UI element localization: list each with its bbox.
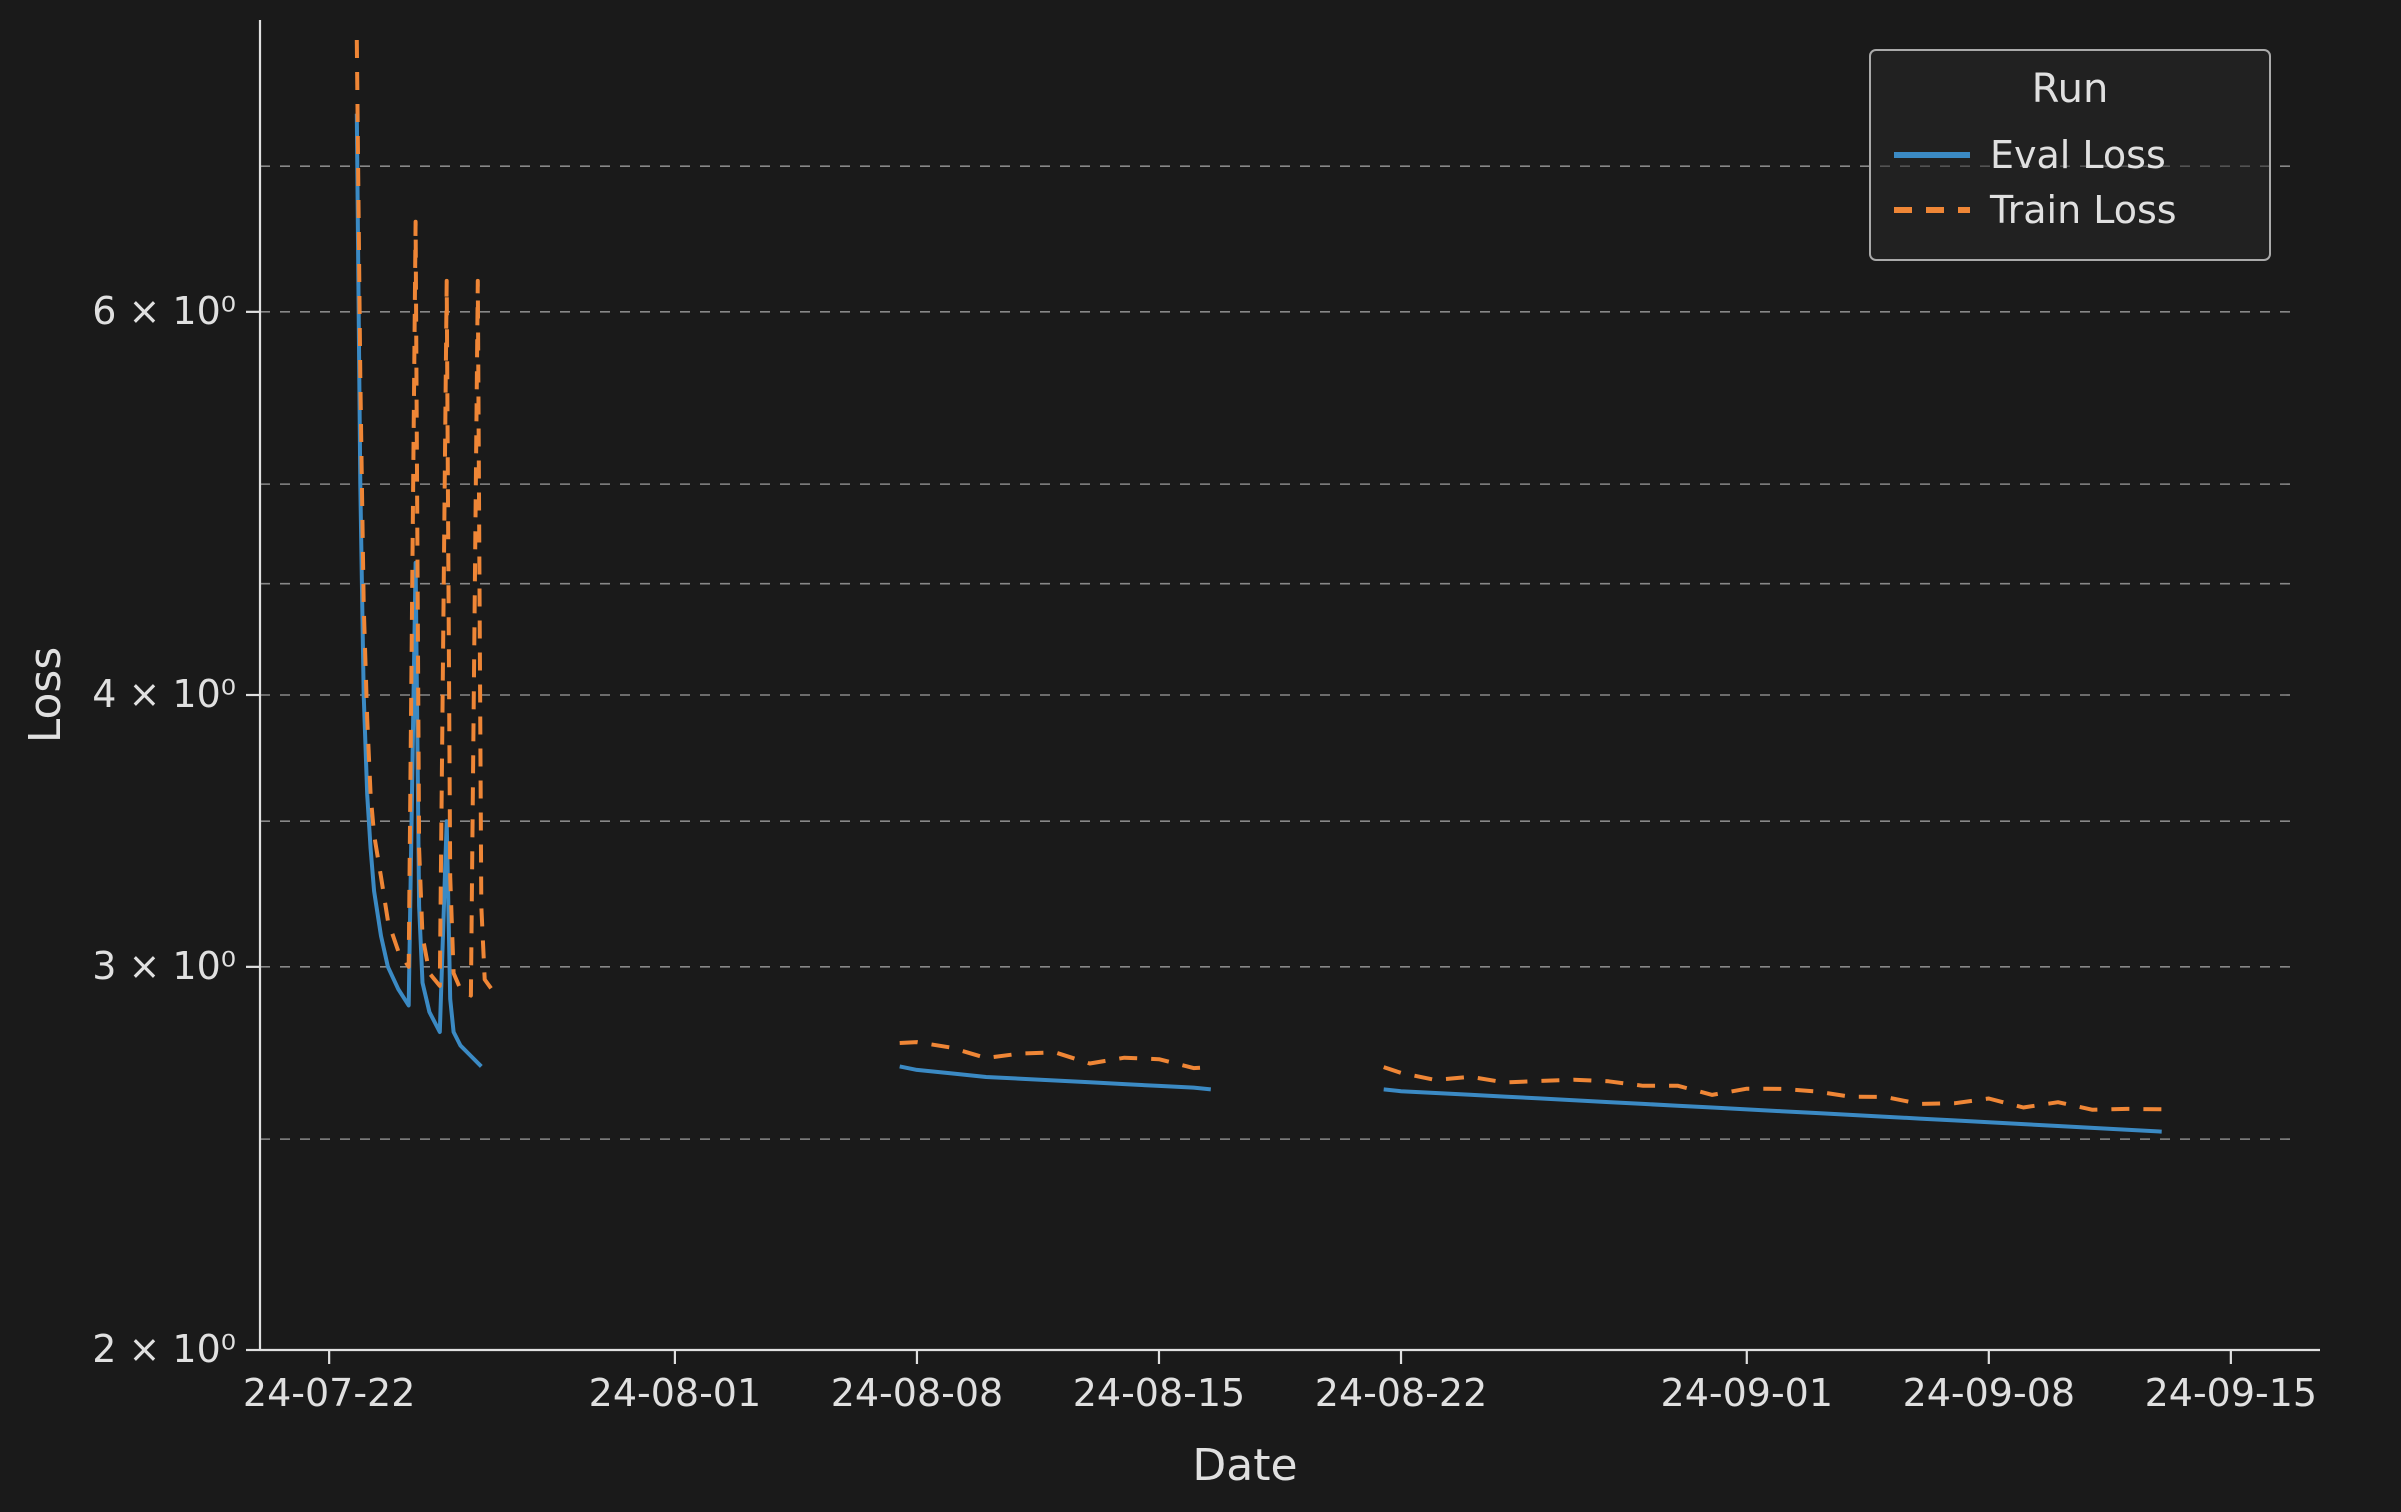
x-tick-label: 24-09-15 xyxy=(2145,1371,2317,1415)
x-tick-label: 24-08-08 xyxy=(831,1371,1003,1415)
y-tick-label: 3 × 10⁰ xyxy=(92,944,236,988)
x-tick-label: 24-08-01 xyxy=(589,1371,761,1415)
chart-container: 2 × 10⁰ 3 × 10⁰ 4 × 10⁰ 6 × 10⁰ 24-07-22 24-0… xyxy=(0,0,2401,1512)
x-tick-label: 24-08-22 xyxy=(1315,1371,1487,1415)
y-axis-label: Loss xyxy=(20,647,71,744)
legend-entry-label: Eval Loss xyxy=(1990,133,2166,177)
loss-chart: 2 × 10⁰ 3 × 10⁰ 4 × 10⁰ 6 × 10⁰ 24-07-22 24-0… xyxy=(0,0,2401,1512)
x-tick-label: 24-08-15 xyxy=(1073,1371,1245,1415)
x-tick-label: 24-09-01 xyxy=(1661,1371,1833,1415)
y-tick-label: 4 × 10⁰ xyxy=(92,672,236,716)
x-axis-label: Date xyxy=(1192,1440,1297,1491)
y-tick-label: 2 × 10⁰ xyxy=(92,1327,236,1371)
legend-title: Run xyxy=(2032,66,2109,112)
y-tick-label: 6 × 10⁰ xyxy=(92,289,236,333)
x-tick-label: 24-09-08 xyxy=(1903,1371,2075,1415)
legend-entry-label: Train Loss xyxy=(1989,188,2177,232)
x-tick-label: 24-07-22 xyxy=(243,1371,415,1415)
